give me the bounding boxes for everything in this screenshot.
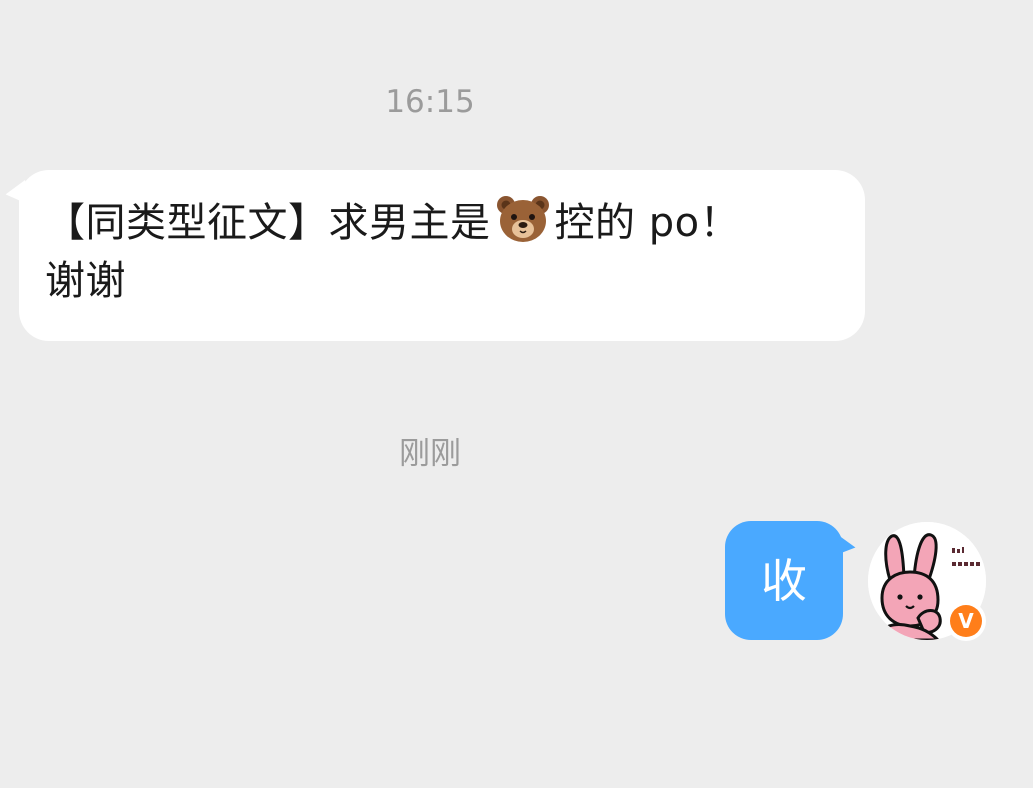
incoming-message-bubble[interactable]: 【同类型征文】求男主是 控的 po！ 谢谢 [3,170,865,341]
outgoing-message-bubble[interactable]: 收 [725,521,858,640]
chat-area[interactable]: 16:15 【同类型征文】求男主是 控的 po！ 谢谢 刚刚 收 V [0,0,1033,788]
message-timestamp: 刚刚 [399,436,461,472]
bubble-tail [832,534,858,562]
outgoing-message-text: 收 [761,553,807,608]
verified-badge-icon: V [946,601,986,641]
message-text-part: 【同类型征文】求男主是 [45,200,491,246]
bubble-tail [3,179,31,211]
incoming-message-text: 【同类型征文】求男主是 控的 po！ 谢谢 [45,194,805,310]
message-timestamp: 16:15 [385,84,475,120]
bear-face-emoji-icon [495,194,551,244]
verified-badge-letter: V [950,605,982,637]
